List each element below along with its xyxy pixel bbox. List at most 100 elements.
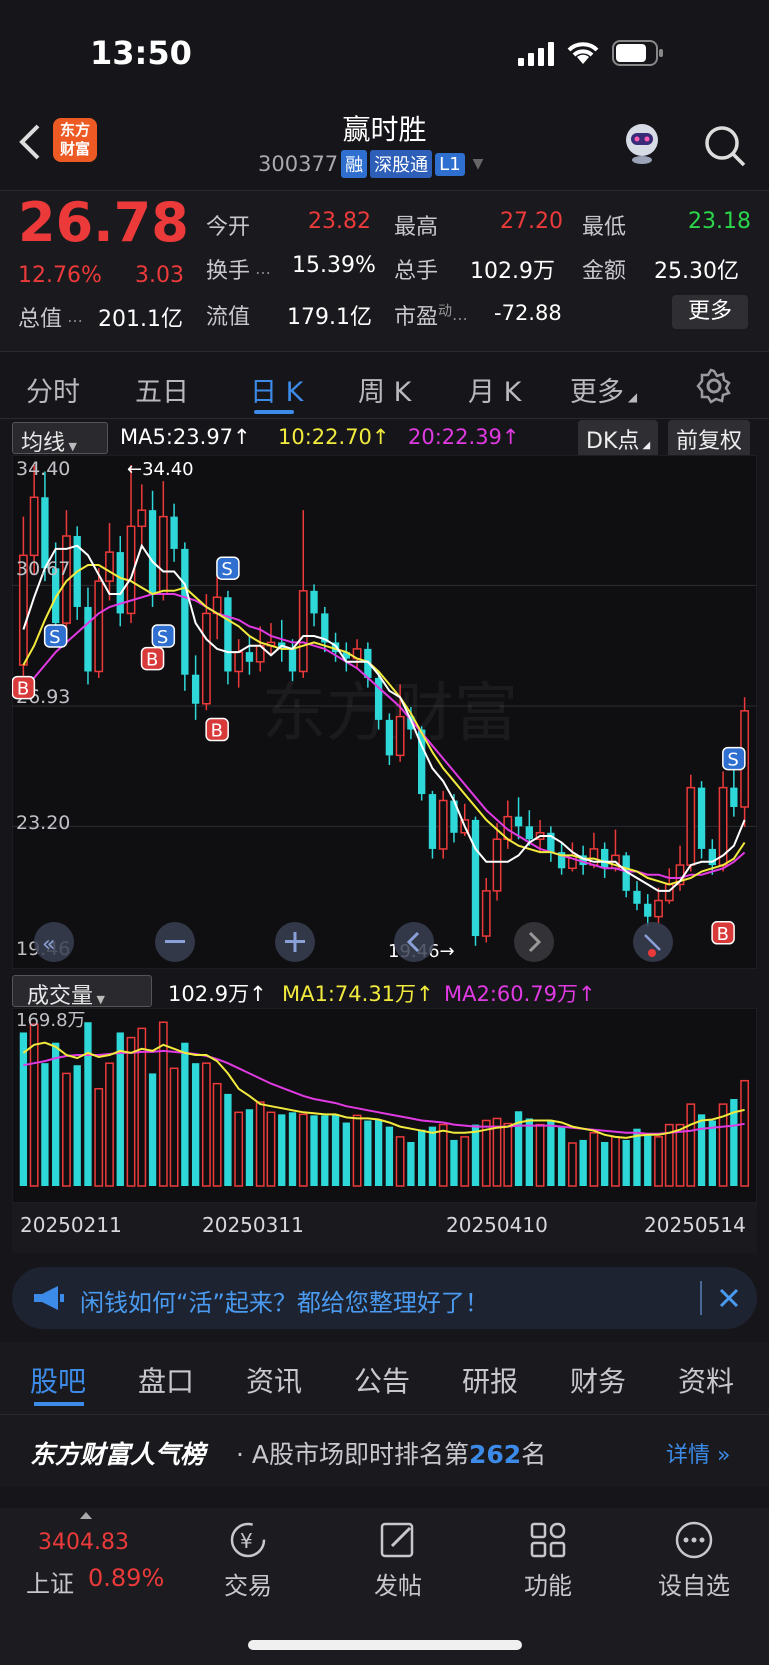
tab-news[interactable]: 资讯: [246, 1360, 302, 1400]
volume-bar: [708, 1120, 716, 1186]
volume-bar: [385, 1126, 394, 1186]
buy-marker: B: [711, 921, 735, 945]
tab-daily-k[interactable]: 日 K: [250, 370, 303, 409]
tab-more[interactable]: 更多 ◢: [570, 370, 637, 409]
volume-bar: [126, 1036, 136, 1187]
tab-monthly-k[interactable]: 月 K: [468, 370, 521, 409]
wifi-icon: [567, 42, 599, 64]
robot-assistant-icon[interactable]: [618, 118, 666, 166]
candle: [224, 590, 232, 685]
volume-bar: [105, 1062, 114, 1187]
tag-level: L1: [435, 152, 465, 176]
buy-marker: B: [140, 646, 165, 671]
nav-post[interactable]: 发帖: [338, 1508, 458, 1601]
volume-bar: [288, 1112, 297, 1186]
volume-bar: [438, 1123, 448, 1187]
nav-trade[interactable]: ¥ 交易: [188, 1508, 308, 1601]
sell-marker: S: [43, 624, 68, 648]
scroll-left-icon[interactable]: [394, 922, 434, 962]
indicator-selector[interactable]: 成交量 ▼: [12, 975, 152, 1009]
popularity-row[interactable]: 东方财富人气榜 · A股市场即时排名第262名 详情 »: [0, 1414, 769, 1487]
y-label-4: 23.20: [16, 812, 70, 834]
volume-bar: [245, 1109, 254, 1186]
svg-text:S: S: [727, 750, 738, 771]
candle: [697, 781, 706, 859]
buy-marker: B: [11, 675, 36, 700]
tab-profile[interactable]: 资料: [678, 1360, 734, 1400]
volume-bar: [686, 1103, 696, 1187]
volume-legend: 102.9万↑: [168, 982, 267, 1006]
ma-selector[interactable]: 均线 ▼: [12, 422, 108, 456]
tab-research[interactable]: 研报: [462, 1360, 518, 1400]
volume-bar: [601, 1141, 609, 1186]
volume-bar: [148, 1073, 157, 1186]
stock-header: 东方 财富 赢时胜 300377 融 深股通 L1 ▼: [0, 110, 769, 190]
volume-bar: [266, 1111, 276, 1187]
ma20-label: 20:22.39↑: [408, 425, 520, 449]
promo-banner[interactable]: 闲钱如何“活”起来？都给您整理好了！: [12, 1267, 757, 1329]
date-label-4: 20250514: [644, 1213, 746, 1237]
high-marker: ←34.40: [127, 459, 194, 480]
vol-ma2-legend: MA2:60.79万↑: [444, 982, 596, 1006]
volume-chart-svg: 169.8万: [11, 1007, 758, 1204]
sell-marker: S: [151, 624, 176, 648]
volume-bar: [395, 1136, 405, 1187]
tab-intraday[interactable]: 分时: [26, 370, 80, 409]
volume-bar: [418, 1129, 426, 1186]
date-label-2: 20250311: [202, 1213, 304, 1237]
volume-bar: [352, 1114, 362, 1187]
tab-five-day[interactable]: 五日: [135, 370, 189, 409]
tab-announcements[interactable]: 公告: [354, 1360, 410, 1400]
volume-chart[interactable]: 169.8万: [11, 1007, 758, 1204]
candle: [686, 774, 696, 872]
adjust-button[interactable]: 前复权: [668, 420, 751, 458]
volume-bar: [278, 1114, 286, 1186]
banner-divider: [700, 1281, 702, 1315]
open-value: 23.82: [308, 209, 371, 234]
battery-icon: [612, 40, 663, 66]
total-value: 201.1亿: [98, 307, 183, 332]
volume-bar: [212, 1082, 222, 1187]
volume-top-label: 169.8万: [16, 1010, 86, 1031]
volume-bar: [675, 1123, 685, 1187]
search-icon[interactable]: [703, 124, 747, 168]
volume-bar: [535, 1123, 545, 1187]
svg-text:B: B: [146, 650, 158, 671]
index-value[interactable]: 3404.83: [38, 1530, 129, 1555]
kline-chart[interactable]: 东方财富 34.40 30.67 26.93 23.20 19.46 ←34.4…: [11, 454, 758, 970]
more-button[interactable]: 更多: [672, 295, 748, 329]
volume-bar: [697, 1114, 706, 1186]
tab-orderbook[interactable]: 盘口: [138, 1360, 194, 1400]
volume-bar: [19, 1032, 28, 1186]
total-value-label: 总值 ⋯: [18, 307, 84, 332]
close-icon[interactable]: [718, 1287, 740, 1309]
dk-point-button[interactable]: DK点 ◢: [578, 420, 659, 458]
content-tabs: 股吧 盘口 资讯 公告 研报 财务 资料: [0, 1342, 769, 1414]
tab-forum[interactable]: 股吧: [30, 1360, 86, 1400]
expand-arrow-icon[interactable]: [80, 1512, 92, 1519]
svg-text:S: S: [221, 559, 232, 580]
change-value: 3.03: [135, 263, 184, 288]
tab-financials[interactable]: 财务: [570, 1360, 626, 1400]
nav-functions[interactable]: 功能: [488, 1508, 608, 1601]
nav-add-watchlist[interactable]: 设自选: [634, 1508, 754, 1601]
scroll-right-icon[interactable]: [514, 922, 554, 962]
volume-bar: [644, 1134, 652, 1186]
volume-bar: [407, 1141, 415, 1186]
volume-bar: [29, 1023, 39, 1187]
stock-code-row: 300377 融 深股通 L1 ▼: [258, 150, 483, 178]
volume-bar: [181, 1042, 189, 1186]
date-label-3: 20250410: [446, 1213, 548, 1237]
settings-gear-icon[interactable]: [696, 368, 732, 404]
svg-text:S: S: [157, 627, 168, 648]
volume-bar: [567, 1142, 577, 1187]
tab-weekly-k[interactable]: 周 K: [358, 370, 411, 409]
chevron-down-icon[interactable]: ▼: [473, 156, 484, 172]
volume-bar: [52, 1042, 60, 1186]
volume-bar: [622, 1139, 630, 1186]
volume-bar: [471, 1124, 480, 1186]
details-link[interactable]: 详情 »: [666, 1437, 730, 1469]
candle: [181, 542, 189, 691]
svg-text:¥: ¥: [240, 1529, 253, 1553]
cellular-signal-icon: [518, 42, 554, 66]
